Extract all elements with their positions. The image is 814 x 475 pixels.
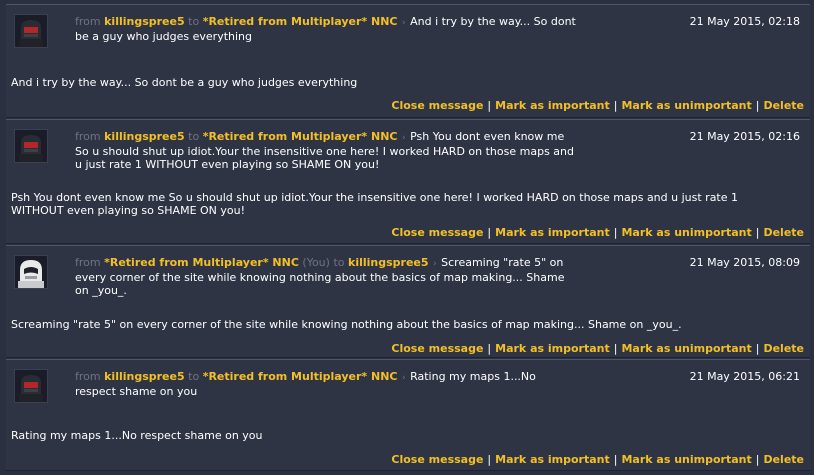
mark-important-link[interactable]: Mark as important	[495, 99, 610, 112]
separator-icon: ›	[401, 18, 406, 28]
close-message-link[interactable]: Close message	[391, 99, 483, 112]
dark-robot-icon	[15, 15, 47, 47]
message-actions: Close message | Mark as important | Mark as …	[391, 226, 804, 239]
action-divider: |	[613, 226, 618, 239]
separator-icon: ›	[433, 259, 437, 269]
mark-unimportant-link[interactable]: Mark as unimportant	[621, 99, 751, 112]
message-body: And i try by the way... So dont be a guy…	[11, 76, 358, 89]
separator-icon: ›	[401, 373, 406, 383]
avatar[interactable]	[14, 14, 48, 48]
to-label: to	[188, 370, 200, 383]
from-label: from	[75, 130, 101, 143]
message-header: from *Retired from Multiplayer* NNC (You…	[75, 256, 580, 297]
delete-link[interactable]: Delete	[763, 453, 804, 466]
action-divider: |	[487, 342, 492, 355]
message-header: from killingspree5 to *Retired from Mult…	[75, 370, 580, 398]
action-divider: |	[755, 342, 760, 355]
to-label: to	[188, 130, 200, 143]
from-label: from	[75, 256, 101, 269]
dark-robot-icon	[15, 130, 47, 162]
message-date: 21 May 2015, 06:21	[689, 370, 800, 383]
action-divider: |	[613, 342, 618, 355]
close-message-link[interactable]: Close message	[391, 453, 483, 466]
recipient-name[interactable]: *Retired from Multiplayer* NNC	[203, 130, 398, 143]
action-divider: |	[487, 226, 492, 239]
message-actions: Close message | Mark as important | Mark as …	[391, 342, 804, 355]
mark-unimportant-link[interactable]: Mark as unimportant	[621, 453, 751, 466]
action-divider: |	[613, 453, 618, 466]
avatar[interactable]	[14, 129, 48, 163]
message-header: from killingspree5 to *Retired from Mult…	[75, 15, 580, 43]
mark-unimportant-link[interactable]: Mark as unimportant	[621, 342, 751, 355]
delete-link[interactable]: Delete	[763, 99, 804, 112]
close-message-link[interactable]: Close message	[391, 342, 483, 355]
message-date: 21 May 2015, 02:18	[689, 15, 800, 28]
action-divider: |	[755, 453, 760, 466]
message-card: from *Retired from Multiplayer* NNC (You…	[6, 245, 810, 358]
action-divider: |	[613, 99, 618, 112]
sender-name[interactable]: killingspree5	[104, 370, 185, 383]
white-robot-icon	[15, 256, 47, 288]
message-thread: from killingspree5 to *Retired from Mult…	[0, 0, 814, 475]
avatar[interactable]	[14, 255, 48, 289]
separator-icon: ›	[401, 133, 406, 143]
message-body: Screaming "rate 5" on every corner of th…	[11, 318, 682, 331]
mark-unimportant-link[interactable]: Mark as unimportant	[621, 226, 751, 239]
action-divider: |	[755, 226, 760, 239]
to-label: to	[188, 15, 200, 28]
message-date: 21 May 2015, 08:09	[689, 256, 800, 269]
sender-name[interactable]: *Retired from Multiplayer* NNC	[104, 256, 299, 269]
delete-link[interactable]: Delete	[763, 226, 804, 239]
avatar[interactable]	[14, 369, 48, 403]
from-label: from	[75, 370, 101, 383]
mark-important-link[interactable]: Mark as important	[495, 226, 610, 239]
message-date: 21 May 2015, 02:16	[689, 130, 800, 143]
message-actions: Close message | Mark as important | Mark as …	[391, 453, 804, 466]
action-divider: |	[487, 453, 492, 466]
action-divider: |	[755, 99, 760, 112]
message-header: from killingspree5 to *Retired from Mult…	[75, 130, 580, 171]
message-actions: Close message | Mark as important | Mark as …	[391, 99, 804, 112]
from-label: from	[75, 15, 101, 28]
delete-link[interactable]: Delete	[763, 342, 804, 355]
mark-important-link[interactable]: Mark as important	[495, 342, 610, 355]
recipient-name[interactable]: killingspree5	[348, 256, 429, 269]
message-body: Rating my maps 1...No respect shame on y…	[11, 429, 263, 442]
mark-important-link[interactable]: Mark as important	[495, 453, 610, 466]
close-message-link[interactable]: Close message	[391, 226, 483, 239]
message-card: from killingspree5 to *Retired from Mult…	[6, 359, 810, 471]
action-divider: |	[487, 99, 492, 112]
you-label: (You)	[302, 256, 330, 269]
to-label: to	[333, 256, 345, 269]
sender-name[interactable]: killingspree5	[104, 15, 185, 28]
message-card: from killingspree5 to *Retired from Mult…	[6, 4, 810, 118]
recipient-name[interactable]: *Retired from Multiplayer* NNC	[203, 370, 398, 383]
message-card: from killingspree5 to *Retired from Mult…	[6, 119, 810, 244]
recipient-name[interactable]: *Retired from Multiplayer* NNC	[203, 15, 398, 28]
sender-name[interactable]: killingspree5	[104, 130, 185, 143]
dark-robot-icon	[15, 370, 47, 402]
message-body: Psh You dont even know me So u should sh…	[11, 191, 739, 217]
